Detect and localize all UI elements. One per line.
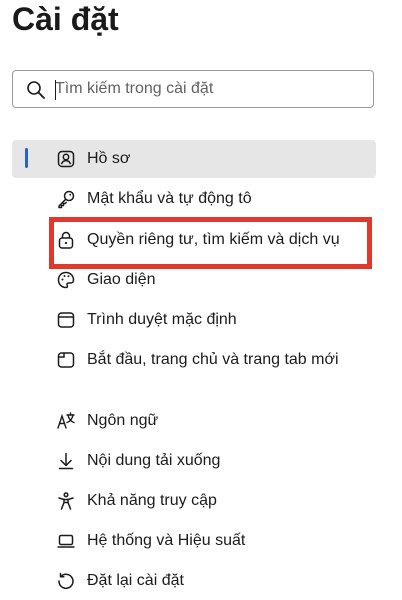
lock-icon (56, 230, 76, 250)
profile-icon (56, 149, 76, 169)
browser-icon (56, 310, 76, 330)
nav-label-privacy: Quyền riêng tư, tìm kiếm và dịch vụ (87, 231, 340, 248)
nav-item-languages[interactable]: Ngôn ngữ (12, 402, 376, 440)
nav-label-appearance: Giao diện (87, 271, 156, 288)
nav-label-languages: Ngôn ngữ (87, 412, 159, 429)
reset-icon (56, 571, 76, 591)
nav-item-default-browser[interactable]: Trình duyệt mặc định (12, 301, 376, 339)
nav-item-passwords[interactable]: Mật khẩu và tự động tô (12, 180, 376, 218)
language-icon (56, 411, 76, 431)
nav-label-default-browser: Trình duyệt mặc định (87, 311, 237, 328)
page-title: Cài đặt (12, 1, 119, 37)
laptop-icon (56, 531, 76, 551)
nav-label-downloads: Nội dung tải xuống (87, 452, 221, 469)
start-page-icon (56, 350, 76, 370)
search-input[interactable] (55, 77, 365, 101)
accessibility-icon (56, 491, 76, 511)
search-icon (26, 80, 46, 100)
nav-item-profile[interactable]: Hồ sơ (12, 140, 376, 178)
nav-label-reset: Đặt lại cài đặt (87, 572, 184, 589)
nav-label-accessibility: Khả năng truy cập (87, 492, 217, 509)
nav-item-reset[interactable]: Đặt lại cài đặt (12, 562, 376, 600)
nav-item-privacy[interactable]: Quyền riêng tư, tìm kiếm và dịch vụ (12, 221, 376, 259)
nav-item-system[interactable]: Hệ thống và Hiệu suất (12, 522, 376, 560)
palette-icon (56, 270, 76, 290)
nav-item-downloads[interactable]: Nội dung tải xuống (12, 442, 376, 480)
nav-label-system: Hệ thống và Hiệu suất (87, 532, 246, 549)
nav-label-profile: Hồ sơ (87, 150, 131, 167)
search-box[interactable] (12, 70, 374, 108)
nav-item-accessibility[interactable]: Khả năng truy cập (12, 482, 376, 520)
nav-item-start-page[interactable]: Bắt đầu, trang chủ và trang tab mới (12, 341, 376, 379)
download-icon (56, 451, 76, 471)
nav-label-start-page: Bắt đầu, trang chủ và trang tab mới (87, 351, 339, 368)
nav-label-passwords: Mật khẩu và tự động tô (87, 190, 252, 207)
key-icon (56, 189, 76, 209)
nav-item-appearance[interactable]: Giao diện (12, 261, 376, 299)
text-cursor (55, 80, 56, 100)
